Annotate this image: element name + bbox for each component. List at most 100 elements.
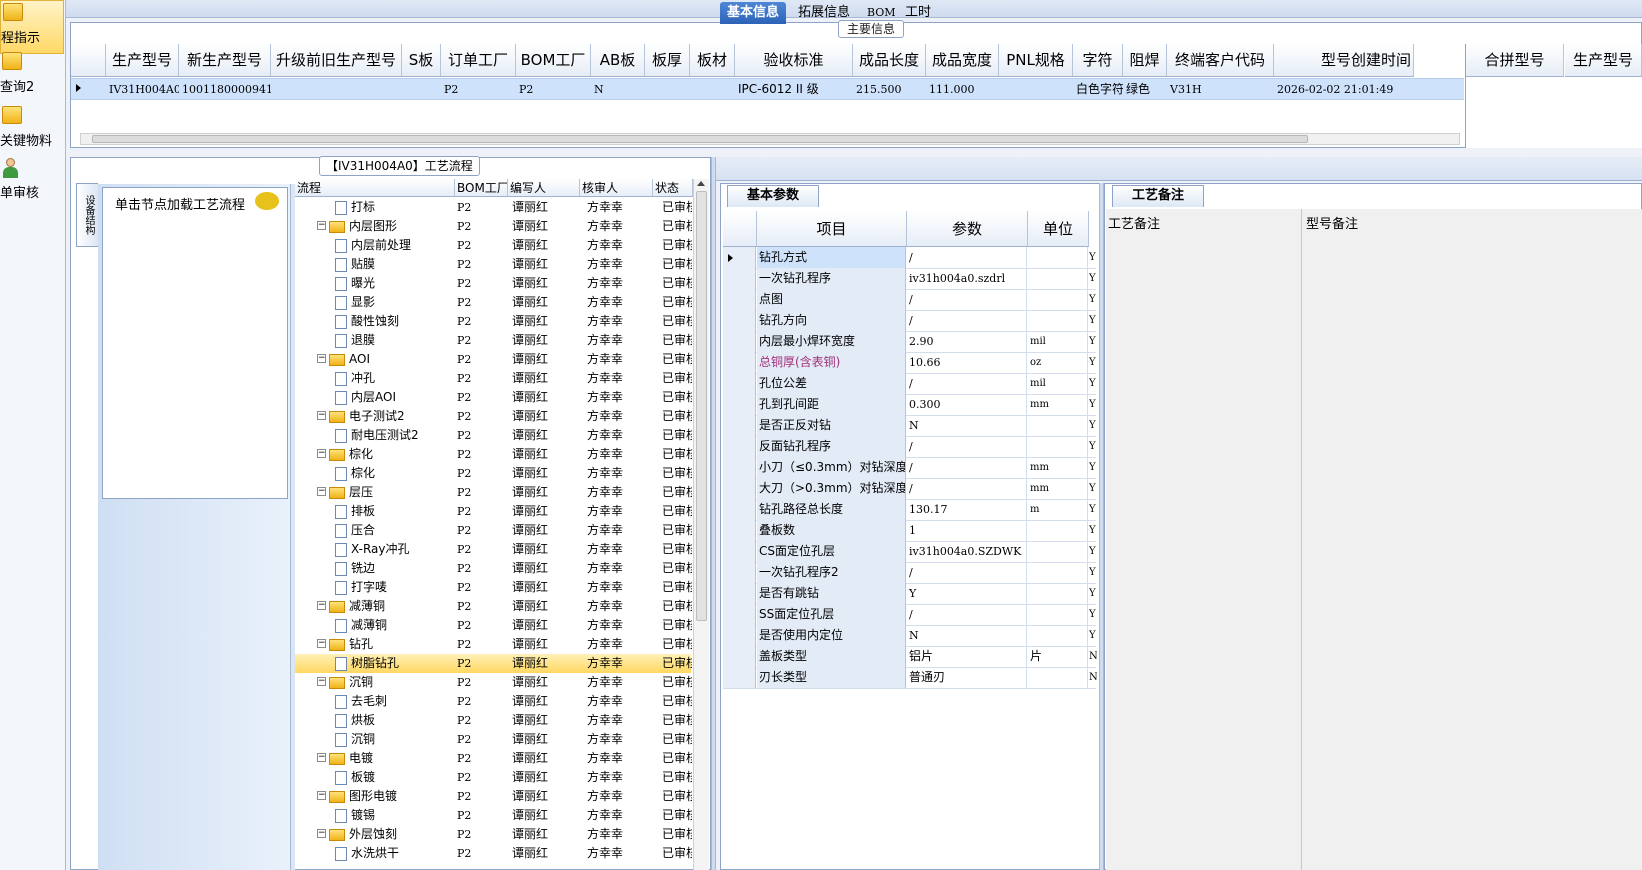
process-tree-row[interactable]: − 层压 P2 谭丽红 方幸幸 已审核 (295, 483, 692, 502)
process-col-header[interactable]: 状态 (653, 179, 693, 197)
param-row[interactable]: 是否使用内定位 N Y (723, 625, 1096, 647)
param-row[interactable]: 内层最小焊环宽度 2.90 mil Y (723, 331, 1096, 353)
main-cell[interactable]: 10011800009412 (179, 79, 271, 100)
process-col-header[interactable]: BOM工厂 (455, 179, 508, 197)
param-row[interactable]: 小刀（≤0.3mm）对钻深度 / mm Y (723, 457, 1096, 479)
process-tree-row[interactable]: 去毛刺 P2 谭丽红 方幸幸 已审核 (295, 692, 692, 711)
process-tree-row[interactable]: − 钻孔 P2 谭丽红 方幸幸 已审核 (295, 635, 692, 654)
param-value-cell[interactable]: / (907, 604, 1027, 625)
collapse-icon[interactable]: − (317, 677, 326, 686)
nav-item-review[interactable]: 单审核 (0, 156, 64, 210)
main-cell[interactable]: N (591, 79, 645, 100)
process-tree-row[interactable]: 排板 P2 谭丽红 方幸幸 已审核 (295, 502, 692, 521)
tab-work-hours[interactable]: 工时 (898, 2, 938, 24)
param-row[interactable]: 钻孔方式 / Y (723, 247, 1096, 269)
param-row[interactable]: 一次钻孔程序 iv31h004a0.szdrl Y (723, 268, 1096, 290)
collapse-icon[interactable]: − (317, 487, 326, 496)
process-tree-row[interactable]: − 减薄铜 P2 谭丽红 方幸幸 已审核 (295, 597, 692, 616)
remarks-tab[interactable]: 工艺备注 (1112, 185, 1204, 207)
process-tree-row[interactable]: − 图形电镀 P2 谭丽红 方幸幸 已审核 (295, 787, 692, 806)
basic-params-tab[interactable]: 基本参数 (727, 185, 819, 207)
process-tree-row[interactable]: 沉铜 P2 谭丽红 方幸幸 已审核 (295, 730, 692, 749)
equipment-structure-tab[interactable]: 设备结构 (76, 183, 98, 247)
main-cell[interactable] (645, 79, 690, 100)
process-remark-box[interactable] (1106, 209, 1302, 870)
param-row[interactable]: 反面钻孔程序 / Y (723, 436, 1096, 458)
collapse-icon[interactable]: − (317, 449, 326, 458)
param-value-cell[interactable]: 0.300 (907, 394, 1027, 415)
main-cell[interactable]: P2 (441, 79, 516, 100)
process-tree-row[interactable]: 水洗烘干 P2 谭丽红 方幸幸 已审核 (295, 844, 692, 863)
nav-item-key-material[interactable]: 关键物料 (0, 104, 64, 158)
params-col-value[interactable]: 参数 (907, 211, 1028, 247)
param-value-cell[interactable]: 130.17 (907, 499, 1027, 520)
collapse-icon[interactable]: − (317, 753, 326, 762)
collapse-icon[interactable]: − (317, 829, 326, 838)
main-cell[interactable] (690, 79, 735, 100)
merge-col-header[interactable]: 合拼型号 (1466, 44, 1564, 77)
param-row[interactable]: 一次钻孔程序2/ Y (723, 562, 1096, 584)
param-value-cell[interactable]: N (907, 625, 1027, 646)
main-cell[interactable]: 111.000 (926, 79, 999, 100)
param-value-cell[interactable]: iv31h004a0.szdrl (907, 268, 1027, 289)
collapse-icon[interactable]: − (317, 411, 326, 420)
process-tree-row[interactable]: − 电镀 P2 谭丽红 方幸幸 已审核 (295, 749, 692, 768)
param-value-cell[interactable]: Y (907, 583, 1027, 604)
main-cell[interactable]: IV31H004A0 (106, 79, 179, 100)
main-col-header[interactable]: 板材 (690, 44, 735, 77)
process-tree-row[interactable]: 棕化 P2 谭丽红 方幸幸 已审核 (295, 464, 692, 483)
main-cell[interactable]: 215.500 (853, 79, 926, 100)
param-value-cell[interactable]: / (907, 247, 1027, 268)
collapse-icon[interactable]: − (317, 639, 326, 648)
process-tree-row[interactable]: 铣边 P2 谭丽红 方幸幸 已审核 (295, 559, 692, 578)
main-col-header[interactable]: 成品宽度 (926, 44, 999, 77)
process-tree-row[interactable]: 曝光 P2 谭丽红 方幸幸 已审核 (295, 274, 692, 293)
param-row[interactable]: 总铜厚(含表铜) 10.66 oz Y (723, 352, 1096, 374)
param-value-cell[interactable]: / (907, 562, 1027, 583)
param-value-cell[interactable]: / (907, 373, 1027, 394)
main-cell[interactable]: 白色字符 (1073, 79, 1123, 100)
main-cell[interactable]: P2 (516, 79, 591, 100)
param-row[interactable]: 叠板数 1 Y (723, 520, 1096, 542)
main-col-header[interactable]: 阻焊 (1123, 44, 1167, 77)
param-row[interactable]: 孔位公差 / mil Y (723, 373, 1096, 395)
process-tree-row[interactable]: − 电子测试2 P2 谭丽红 方幸幸 已审核 (295, 407, 692, 426)
param-row[interactable]: 大刀（>0.3mm）对钻深度 / mm Y (723, 478, 1096, 500)
process-tree-row[interactable]: 耐电压测试2 P2 谭丽红 方幸幸 已审核 (295, 426, 692, 445)
collapse-icon[interactable]: − (317, 221, 326, 230)
process-tree-row[interactable]: 显影 P2 谭丽红 方幸幸 已审核 (295, 293, 692, 312)
process-tree-row[interactable]: 打标 P2 谭丽红 方幸幸 已审核 (295, 198, 692, 217)
param-row[interactable]: 盖板类型 铝片片 N (723, 646, 1097, 668)
process-tree-row[interactable]: 内层AOI P2 谭丽红 方幸幸 已审核 (295, 388, 692, 407)
param-value-cell[interactable]: 1 (907, 520, 1027, 541)
process-tree-row[interactable]: 板镀 P2 谭丽红 方幸幸 已审核 (295, 768, 692, 787)
process-tree-row[interactable]: X-Ray冲孔 P2 谭丽红 方幸幸 已审核 (295, 540, 692, 559)
main-col-header[interactable]: BOM工厂 (516, 44, 591, 77)
param-row[interactable]: 刃长类型 普通刃 N (723, 667, 1097, 689)
param-value-cell[interactable]: 2.90 (907, 331, 1027, 352)
param-row[interactable]: 钻孔路径总长度 130.17 m Y (723, 499, 1096, 521)
process-tree-row[interactable]: 树脂钻孔 P2 谭丽红 方幸幸 已审核 (295, 654, 692, 673)
param-row[interactable]: 是否有跳钻 Y Y (723, 583, 1096, 605)
main-cell[interactable]: IPC-6012 II 级 (735, 79, 853, 100)
collapse-icon[interactable]: − (317, 354, 326, 363)
param-value-cell[interactable]: / (907, 478, 1027, 499)
scroll-thumb[interactable] (696, 191, 707, 621)
process-tree-row[interactable]: 冲孔 P2 谭丽红 方幸幸 已审核 (295, 369, 692, 388)
process-tree-row[interactable]: 压合 P2 谭丽红 方幸幸 已审核 (295, 521, 692, 540)
param-value-cell[interactable]: / (907, 436, 1027, 457)
collapse-icon[interactable]: − (317, 791, 326, 800)
main-col-header[interactable]: 字符 (1073, 44, 1123, 77)
param-row[interactable]: 是否正反对钻 N Y (723, 415, 1096, 437)
main-col-header[interactable]: 板厚 (645, 44, 690, 77)
nav-item-process-instruction[interactable]: 程指示 (0, 0, 64, 54)
main-col-header[interactable]: 生产型号 (106, 44, 179, 77)
process-tree-row[interactable]: 镀锡 P2 谭丽红 方幸幸 已审核 (295, 806, 692, 825)
tab-extended-info[interactable]: 拓展信息 (791, 2, 857, 24)
param-value-cell[interactable]: 10.66 (907, 352, 1027, 373)
main-cell[interactable] (999, 79, 1073, 100)
main-cell[interactable] (402, 79, 441, 100)
process-tree-row[interactable]: 内层前处理 P2 谭丽红 方幸幸 已审核 (295, 236, 692, 255)
main-cell[interactable]: V31H (1167, 79, 1274, 100)
main-col-header[interactable]: 成品长度 (853, 44, 926, 77)
